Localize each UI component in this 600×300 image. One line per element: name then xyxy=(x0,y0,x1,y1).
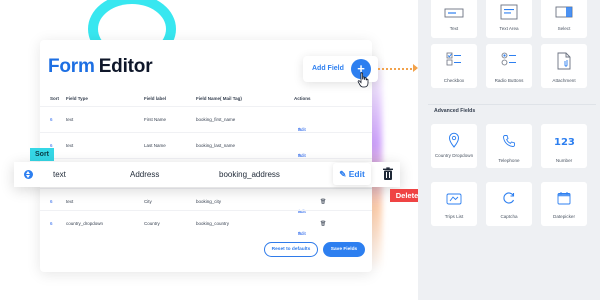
radio-icon xyxy=(501,52,516,66)
attachment-icon xyxy=(557,52,571,70)
palette-tile-text[interactable]: Text xyxy=(431,0,477,38)
advanced-fields-heading: Advanced Fields xyxy=(434,108,476,114)
page-title: Form Editor xyxy=(48,56,153,78)
captcha-icon xyxy=(503,192,515,204)
tile-label: Datepicker xyxy=(553,214,575,219)
tile-label: Attachment xyxy=(552,78,576,83)
tile-label: Country Dropdown xyxy=(434,153,474,158)
col-sort: Sort xyxy=(50,96,59,101)
col-field-label: Field label xyxy=(144,96,167,101)
tile-label: Radio Buttons xyxy=(494,78,524,83)
edit-button-label: Edit xyxy=(348,169,365,179)
palette-tile-datepicker[interactable]: Datepicker xyxy=(541,182,587,226)
select-icon xyxy=(555,6,573,18)
reset-defaults-button[interactable]: Reset to defaults xyxy=(264,242,318,257)
text-field-icon xyxy=(444,8,464,18)
label-cell: Country xyxy=(144,221,160,226)
table-header: Sort Field Type Field label Field Name( … xyxy=(40,92,372,106)
palette-tile-telephone[interactable]: Telephone xyxy=(486,124,532,168)
trash-icon[interactable]: 🗑 xyxy=(320,199,326,205)
table-row: 6 country_dropdown Country booking_count… xyxy=(40,210,372,236)
palette-tile-checkbox[interactable]: Checkbox xyxy=(431,44,477,88)
tile-label: Text Area xyxy=(499,26,519,31)
col-field-name: Field Name( Mail Tag) xyxy=(196,96,242,101)
trash-icon[interactable] xyxy=(380,166,396,182)
title-part-editor: Editor xyxy=(98,56,153,77)
save-fields-button[interactable]: Save Fields xyxy=(323,242,365,257)
col-actions: Actions xyxy=(294,96,311,101)
tile-label: Text xyxy=(449,26,459,31)
tile-label: Select xyxy=(557,26,571,31)
sort-tag: Sort xyxy=(30,148,54,161)
label-cell: First Name xyxy=(144,117,167,122)
table-row: 6 text Last Name booking_last_name ✎ Edi… xyxy=(40,132,372,158)
sort-cell[interactable]: 6 xyxy=(50,221,53,226)
connector-line xyxy=(378,68,416,70)
sort-cell[interactable]: 6 xyxy=(50,199,53,204)
type-cell: text xyxy=(66,199,74,204)
location-pin-icon xyxy=(448,132,460,148)
name-cell: booking_city xyxy=(196,199,222,204)
drag-label: Address xyxy=(130,170,160,179)
title-part-form: Form xyxy=(48,56,95,77)
phone-icon xyxy=(503,135,515,147)
palette-tile-textarea[interactable]: Text Area xyxy=(486,0,532,38)
drag-handle[interactable] xyxy=(14,162,42,187)
drag-type: text xyxy=(53,170,66,179)
name-cell: booking_first_name xyxy=(196,117,236,122)
palette-tile-trips-list[interactable]: Trips List xyxy=(431,182,477,226)
tile-label: Captcha xyxy=(500,214,518,219)
checkbox-icon xyxy=(446,52,461,66)
edit-button[interactable]: ✎ Edit xyxy=(333,163,371,185)
section-divider xyxy=(428,104,596,105)
palette-tile-captcha[interactable]: Captcha xyxy=(486,182,532,226)
palette-tile-select[interactable]: Select xyxy=(541,0,587,38)
type-cell: text xyxy=(66,117,74,122)
tile-label: Checkbox xyxy=(443,78,465,83)
palette-tile-country-dropdown[interactable]: Country Dropdown xyxy=(431,124,477,168)
add-field-label: Add Field xyxy=(312,65,344,72)
textarea-icon xyxy=(500,4,518,20)
palette-tile-attachment[interactable]: Attachment xyxy=(541,44,587,88)
tile-label: Number xyxy=(555,158,573,163)
hand-cursor-icon xyxy=(357,72,369,88)
name-cell: booking_country xyxy=(196,221,230,226)
pencil-icon: ✎ xyxy=(339,168,347,179)
type-cell: country_dropdown xyxy=(66,221,104,226)
sort-cell[interactable]: 6 xyxy=(50,117,53,122)
palette-tile-number[interactable]: 123 Number xyxy=(541,124,587,168)
svg-text:123: 123 xyxy=(554,137,575,148)
edit-label: Edit xyxy=(298,231,306,236)
label-cell: City xyxy=(144,199,152,204)
trips-icon xyxy=(446,193,462,205)
number-icon: 123 xyxy=(554,137,575,148)
type-cell: text xyxy=(66,143,74,148)
palette-tile-radio[interactable]: Radio Buttons xyxy=(486,44,532,88)
drag-name: booking_address xyxy=(219,170,280,179)
tile-label: Trips List xyxy=(444,214,464,219)
tile-label: Telephone xyxy=(498,158,520,163)
name-cell: booking_last_name xyxy=(196,143,236,148)
label-cell: Last Name xyxy=(144,143,166,148)
col-field-type: Field Type xyxy=(66,96,88,101)
table-row: 6 text First Name booking_first_name ✎ E… xyxy=(40,106,372,132)
sort-arrows-icon xyxy=(23,170,33,179)
trash-icon[interactable]: 🗑 xyxy=(320,221,326,227)
calendar-icon xyxy=(557,192,571,205)
